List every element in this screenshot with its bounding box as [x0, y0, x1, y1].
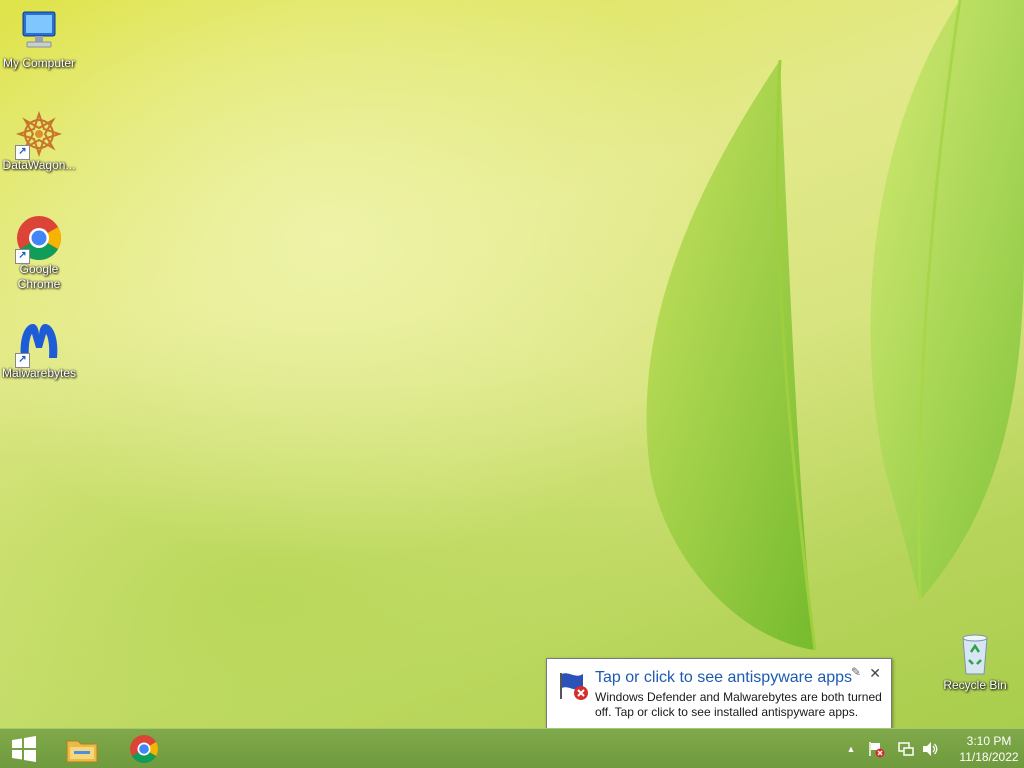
taskbar: ▲ 3:10 PM 11/18/2022: [0, 728, 1024, 768]
recycle-bin-icon: [951, 630, 999, 678]
desktop-icon-label: Google Chrome: [17, 262, 61, 291]
show-hidden-icons-button[interactable]: ▲: [842, 729, 860, 768]
start-button[interactable]: [0, 729, 48, 768]
clock-time: 3:10 PM: [966, 734, 1012, 748]
notification-options-icon[interactable]: ✎: [851, 665, 861, 679]
taskbar-file-explorer[interactable]: [54, 729, 110, 768]
volume-icon[interactable]: [918, 729, 942, 768]
notification-close-button[interactable]: ✕: [869, 665, 881, 682]
action-center-flag-icon[interactable]: [864, 729, 888, 768]
shortcut-arrow-icon: ↗: [15, 249, 30, 264]
taskbar-clock[interactable]: 3:10 PM 11/18/2022: [954, 729, 1024, 768]
leaf-wallpaper-art: [646, 0, 1024, 651]
chrome-icon: [130, 735, 158, 763]
computer-icon: [15, 8, 63, 56]
action-center-warning-flag-icon: [557, 669, 591, 703]
notification-body: Windows Defender and Malwarebytes are bo…: [595, 690, 882, 719]
desktop-icon-recycle-bin[interactable]: Recycle Bin: [936, 630, 1014, 693]
desktop-icon-label: Recycle Bin: [943, 678, 1007, 692]
malwarebytes-icon: ↗: [15, 318, 63, 368]
notification-title[interactable]: Tap or click to see antispyware apps: [595, 669, 852, 687]
desktop-icon-label: My Computer: [2, 56, 76, 70]
clock-date: 11/18/2022: [959, 750, 1019, 764]
windows-logo-icon: [12, 736, 36, 762]
network-icon[interactable]: [894, 729, 918, 768]
antispyware-notification[interactable]: Tap or click to see antispyware apps Win…: [546, 658, 892, 729]
shortcut-arrow-icon: ↗: [15, 353, 30, 368]
desktop-icon-malwarebytes[interactable]: ↗ Malwarebytes: [0, 318, 78, 381]
desktop-icon-datawagon[interactable]: ↗ DataWagon...: [0, 110, 78, 173]
datawagon-logo-icon: ↗: [15, 110, 63, 160]
desktop-wallpaper: [0, 0, 1024, 768]
desktop-icon-label: Malwarebytes: [1, 366, 77, 380]
chrome-icon: ↗: [15, 214, 63, 264]
desktop-icon-my-computer[interactable]: My Computer: [0, 8, 78, 71]
desktop-icon-label: DataWagon...: [2, 158, 76, 172]
shortcut-arrow-icon: ↗: [15, 145, 30, 160]
folder-icon: [66, 740, 98, 763]
desktop-icon-google-chrome[interactable]: ↗ Google Chrome: [0, 214, 78, 292]
taskbar-google-chrome[interactable]: [116, 729, 172, 768]
